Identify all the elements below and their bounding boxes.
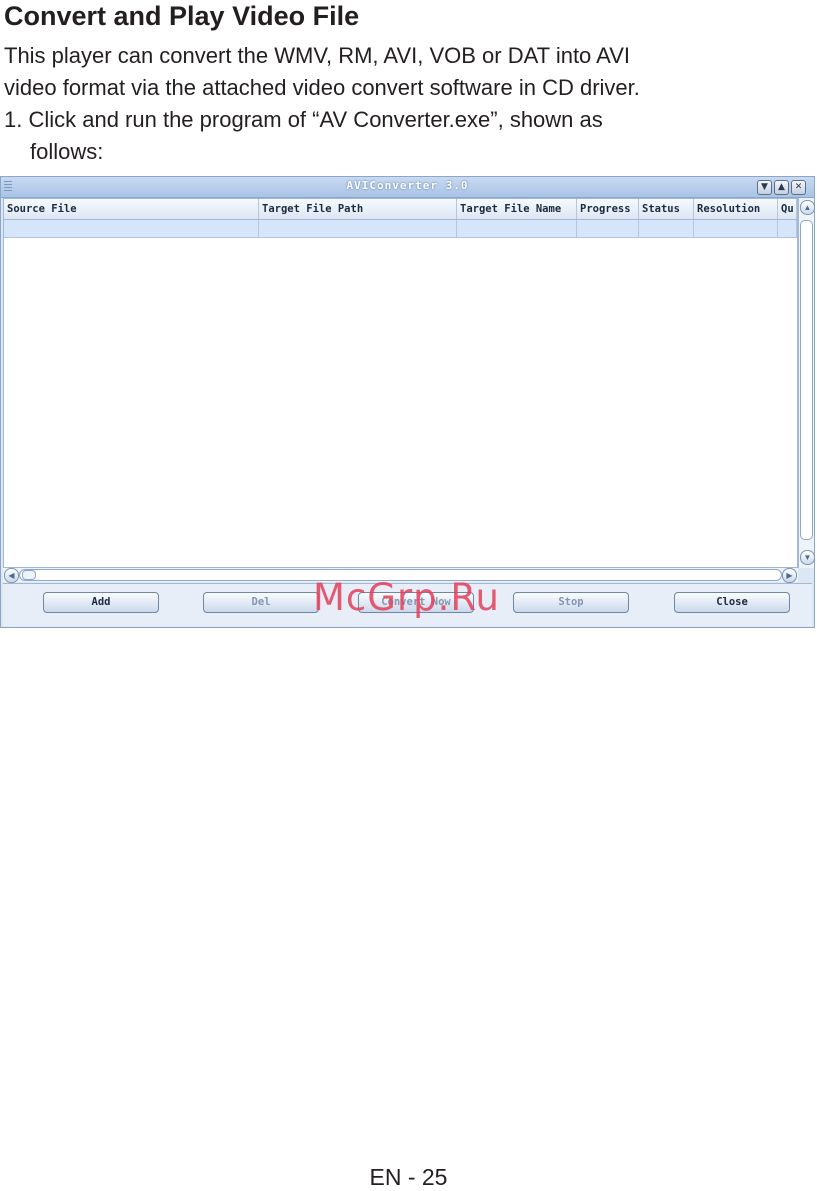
section-heading: Convert and Play Video File	[4, 1, 360, 31]
vertical-scrollbar[interactable]: ▲ ▼	[798, 198, 815, 568]
column-target-file-path[interactable]: Target File Path	[259, 199, 457, 219]
intro-line-1: This player can convert the WMV, RM, AVI…	[4, 43, 631, 68]
vertical-scroll-thumb[interactable]	[800, 220, 813, 540]
table-cell	[778, 220, 797, 237]
scroll-left-icon[interactable]: ◀	[4, 568, 19, 583]
scroll-down-icon[interactable]: ▼	[800, 550, 815, 565]
watermark: McGrp.Ru	[313, 576, 500, 619]
window-title: AVIConverter 3.0	[346, 179, 469, 192]
step-1-line-2: follows:	[30, 139, 104, 164]
title-bar[interactable]: AVIConverter 3.0 ▼ ▲ ✕	[1, 177, 814, 198]
table-row[interactable]	[4, 220, 797, 238]
column-quality[interactable]: Qu	[778, 199, 797, 219]
intro-line-2: video format via the attached video conv…	[4, 75, 640, 100]
instructions: This player can convert the WMV, RM, AVI…	[4, 40, 804, 168]
column-source-file[interactable]: Source File	[4, 199, 259, 219]
table-cell	[694, 220, 778, 237]
table-cell	[4, 220, 259, 237]
close-window-button[interactable]: ✕	[791, 180, 806, 195]
maximize-button[interactable]: ▲	[774, 180, 789, 195]
table-cell	[457, 220, 577, 237]
scroll-up-icon[interactable]: ▲	[800, 200, 815, 215]
column-resolution[interactable]: Resolution	[694, 199, 778, 219]
close-button[interactable]: Close	[674, 592, 790, 613]
file-list-table[interactable]: Source File Target File Path Target File…	[3, 198, 798, 568]
column-target-file-name[interactable]: Target File Name	[457, 199, 577, 219]
column-status[interactable]: Status	[639, 199, 694, 219]
window-controls: ▼ ▲ ✕	[757, 180, 806, 195]
minimize-button[interactable]: ▼	[757, 180, 772, 195]
aviconverter-window: AVIConverter 3.0 ▼ ▲ ✕ Source File Targe…	[0, 176, 815, 628]
table-cell	[639, 220, 694, 237]
scroll-right-icon[interactable]: ▶	[782, 568, 797, 583]
horizontal-scroll-thumb[interactable]	[22, 570, 36, 580]
table-header: Source File Target File Path Target File…	[4, 199, 797, 220]
stop-button[interactable]: Stop	[513, 592, 629, 613]
table-cell	[259, 220, 457, 237]
add-button[interactable]: Add	[43, 592, 159, 613]
page-number: EN - 25	[369, 1164, 448, 1190]
column-progress[interactable]: Progress	[577, 199, 639, 219]
table-cell	[577, 220, 639, 237]
del-button[interactable]: Del	[203, 592, 319, 613]
step-1-line-1: 1. Click and run the program of “AV Conv…	[4, 107, 603, 132]
